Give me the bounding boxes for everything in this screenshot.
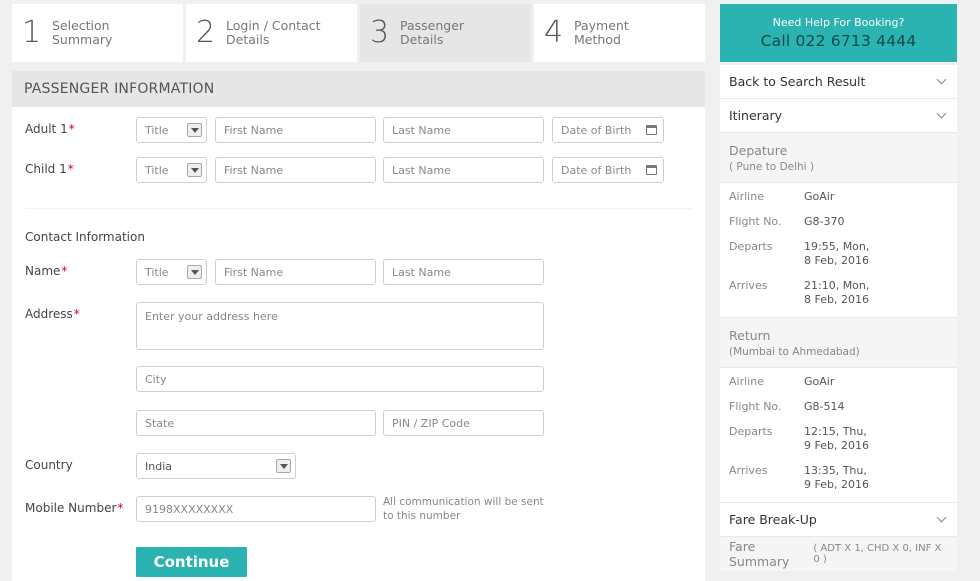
contact-title-select[interactable]: Title bbox=[136, 259, 207, 285]
divider bbox=[25, 208, 692, 209]
adult-label: Adult 1* bbox=[25, 122, 75, 136]
adult-first-name-input[interactable]: First Name bbox=[215, 117, 376, 143]
fare-summary-label: Fare Summary bbox=[729, 539, 790, 569]
back-to-search-label: Back to Search Result bbox=[729, 74, 866, 89]
step-selection-summary[interactable]: 1 Selection Summary bbox=[12, 4, 183, 62]
contact-first-name-input[interactable]: First Name bbox=[215, 259, 376, 285]
country-select[interactable]: India bbox=[136, 453, 296, 479]
itinerary-toggle[interactable]: Itinerary bbox=[720, 99, 957, 133]
child-last-name-input[interactable]: Last Name bbox=[383, 157, 544, 183]
passenger-form: PASSENGER INFORMATION Adult 1* Title Fir… bbox=[12, 71, 705, 581]
chevron-down-icon bbox=[936, 108, 947, 119]
booking-sidebar: Need Help For Booking? Call 022 6713 444… bbox=[720, 4, 957, 571]
return-title: Return bbox=[729, 328, 771, 343]
step-label: Selection Summary bbox=[52, 18, 113, 47]
chevron-down-icon bbox=[936, 512, 947, 523]
detail-row: Airline GoAir bbox=[729, 375, 835, 388]
detail-row: Arrives 21:10, Mon, 8 Feb, 2016 bbox=[729, 279, 870, 306]
child-label: Child 1* bbox=[25, 162, 74, 176]
section-title: PASSENGER INFORMATION bbox=[12, 71, 705, 107]
help-title: Need Help For Booking? bbox=[772, 16, 905, 29]
departure-route: ( Pune to Delhi ) bbox=[729, 161, 815, 173]
return-details: Airline GoAir Flight No. G8-514 Departs 12:… bbox=[720, 368, 957, 503]
detail-row: Flight No. G8-514 bbox=[729, 400, 845, 413]
help-banner: Need Help For Booking? Call 022 6713 444… bbox=[720, 4, 957, 62]
mobile-number-input[interactable]: 9198XXXXXXXX bbox=[136, 496, 376, 522]
address-textarea[interactable]: Enter your address here bbox=[136, 302, 544, 350]
departure-header: Depature ( Pune to Delhi ) bbox=[720, 133, 957, 183]
address-label: Address* bbox=[25, 307, 80, 321]
pin-code-input[interactable]: PIN / ZIP Code bbox=[383, 410, 544, 436]
adult-last-name-input[interactable]: Last Name bbox=[383, 117, 544, 143]
departure-title: Depature bbox=[729, 143, 788, 158]
dropdown-caret-icon bbox=[187, 163, 202, 177]
step-number: 1 bbox=[22, 15, 42, 50]
calendar-icon[interactable] bbox=[646, 125, 657, 135]
detail-row: Flight No. G8-370 bbox=[729, 215, 845, 228]
step-label: Payment Method bbox=[574, 18, 629, 47]
detail-row: Airline GoAir bbox=[729, 190, 835, 203]
mobile-hint: All communication will be sent to this n… bbox=[383, 496, 544, 522]
back-to-search-link[interactable]: Back to Search Result bbox=[720, 65, 957, 99]
name-label: Name* bbox=[25, 264, 68, 278]
step-label: Login / Contact Details bbox=[226, 18, 321, 47]
dropdown-caret-icon bbox=[276, 459, 291, 473]
fare-summary: Fare Summary ( ADT X 1, CHD X 0, INF X 0… bbox=[720, 537, 957, 571]
adult-title-select[interactable]: Title bbox=[136, 117, 207, 143]
fare-breakup-label: Fare Break-Up bbox=[729, 512, 817, 527]
dropdown-caret-icon bbox=[187, 265, 202, 279]
booking-steps: 1 Selection Summary 2 Login / Contact Deta… bbox=[12, 4, 705, 62]
step-number: 4 bbox=[544, 15, 564, 50]
country-label: Country bbox=[25, 458, 73, 472]
itinerary-label: Itinerary bbox=[729, 108, 783, 123]
step-passenger-details[interactable]: 3 Passenger Details bbox=[360, 4, 531, 62]
departure-details: Airline GoAir Flight No. G8-370 Departs 19:… bbox=[720, 183, 957, 318]
calendar-icon[interactable] bbox=[646, 165, 657, 175]
fare-summary-detail: ( ADT X 1, CHD X 0, INF X 0 ) bbox=[813, 543, 942, 565]
fare-breakup-toggle[interactable]: Fare Break-Up bbox=[720, 503, 957, 537]
child-title-select[interactable]: Title bbox=[136, 157, 207, 183]
mobile-label: Mobile Number* bbox=[25, 501, 124, 515]
return-route: (Mumbai to Ahmedabad) bbox=[729, 346, 860, 358]
step-number: 3 bbox=[370, 15, 390, 50]
contact-heading: Contact Information bbox=[25, 230, 145, 244]
detail-row: Departs 19:55, Mon, 8 Feb, 2016 bbox=[729, 240, 870, 267]
continue-button[interactable]: Continue bbox=[136, 547, 247, 577]
state-input[interactable]: State bbox=[136, 410, 376, 436]
chevron-down-icon bbox=[936, 74, 947, 85]
help-phone[interactable]: Call 022 6713 4444 bbox=[761, 32, 917, 50]
contact-last-name-input[interactable]: Last Name bbox=[383, 259, 544, 285]
return-header: Return (Mumbai to Ahmedabad) bbox=[720, 318, 957, 368]
city-input[interactable]: City bbox=[136, 366, 544, 392]
detail-row: Departs 12:15, Thu, 9 Feb, 2016 bbox=[729, 425, 869, 452]
step-payment-method[interactable]: 4 Payment Method bbox=[534, 4, 705, 62]
adult-dob-input[interactable]: Date of Birth bbox=[552, 117, 664, 143]
detail-row: Arrives 13:35, Thu, 9 Feb, 2016 bbox=[729, 464, 869, 491]
dropdown-caret-icon bbox=[187, 123, 202, 137]
child-first-name-input[interactable]: First Name bbox=[215, 157, 376, 183]
step-login-contact[interactable]: 2 Login / Contact Details bbox=[186, 4, 357, 62]
child-dob-input[interactable]: Date of Birth bbox=[552, 157, 664, 183]
step-number: 2 bbox=[196, 15, 216, 50]
step-label: Passenger Details bbox=[400, 18, 465, 47]
